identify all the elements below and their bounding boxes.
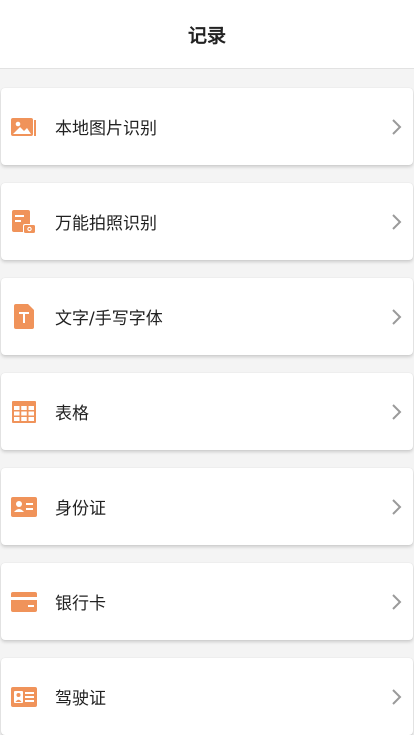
chevron-right-icon bbox=[392, 403, 402, 420]
list-item-label: 表格 bbox=[55, 404, 89, 424]
list-item-label: 驾驶证 bbox=[55, 689, 106, 709]
header-bar: 记录 bbox=[0, 0, 414, 69]
text-document-icon bbox=[11, 303, 37, 330]
list-item-handwriting[interactable]: 文字/手写字体 bbox=[1, 278, 413, 355]
list-item-label: 万能拍照识别 bbox=[55, 214, 157, 234]
list-item-local-image[interactable]: 本地图片识别 bbox=[1, 88, 413, 165]
list-item-label: 银行卡 bbox=[55, 594, 106, 614]
bank-card-icon bbox=[11, 589, 37, 615]
chevron-right-icon bbox=[392, 688, 402, 705]
photo-document-icon bbox=[11, 209, 37, 235]
chevron-right-icon bbox=[392, 118, 402, 135]
list-item-label: 本地图片识别 bbox=[55, 119, 157, 139]
list-item-label: 文字/手写字体 bbox=[55, 309, 163, 329]
chevron-right-icon bbox=[392, 213, 402, 230]
list-item-table[interactable]: 表格 bbox=[1, 373, 413, 450]
list-item-driver-license[interactable]: 驾驶证 bbox=[1, 658, 413, 735]
list-item-photo-recognition[interactable]: 万能拍照识别 bbox=[1, 183, 413, 260]
table-icon bbox=[11, 399, 37, 425]
list-item-label: 身份证 bbox=[55, 499, 106, 519]
page-title: 记录 bbox=[187, 24, 226, 47]
id-card-icon bbox=[11, 494, 37, 520]
list-item-id-card[interactable]: 身份证 bbox=[1, 468, 413, 545]
driver-license-icon bbox=[11, 684, 37, 710]
chevron-right-icon bbox=[392, 308, 402, 325]
image-icon bbox=[11, 114, 37, 140]
list-item-bank-card[interactable]: 银行卡 bbox=[1, 563, 413, 640]
chevron-right-icon bbox=[392, 498, 402, 515]
chevron-right-icon bbox=[392, 593, 402, 610]
